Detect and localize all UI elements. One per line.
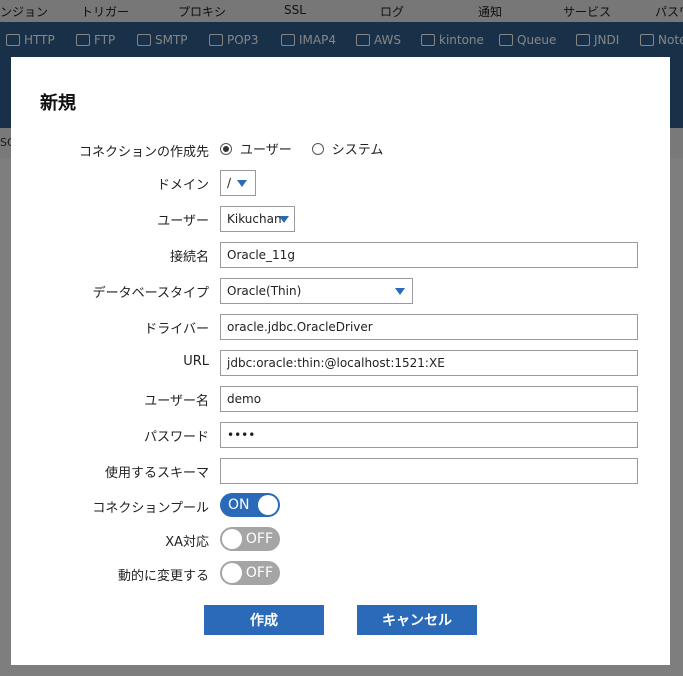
xa-toggle[interactable]: OFF <box>220 527 280 551</box>
cancel-button[interactable]: キャンセル <box>357 605 477 635</box>
chevron-down-icon <box>279 216 289 223</box>
connection-pool-toggle[interactable]: ON <box>220 493 280 517</box>
connection-pool-row: コネクションプール ON <box>11 493 670 519</box>
db-type-label: データベースタイプ <box>92 286 209 301</box>
dynamic-change-toggle[interactable]: OFF <box>220 561 280 585</box>
db-type-row: データベースタイプ Oracle(Thin) <box>11 278 670 304</box>
toggle-state-label: OFF <box>245 565 273 581</box>
url-label: URL <box>183 354 209 369</box>
chevron-down-icon <box>395 288 405 295</box>
xa-label: XA対応 <box>165 535 209 550</box>
password-input[interactable]: •••• <box>220 422 638 448</box>
dynamic-change-label: 動的に変更する <box>117 569 209 584</box>
connection-target-row: コネクションの作成先 ユーザー システム <box>11 137 670 163</box>
connection-target-radio-group: ユーザー システム <box>220 139 403 158</box>
radio-system-label[interactable]: システム <box>332 139 384 158</box>
user-select[interactable]: Kikuchan <box>220 206 295 232</box>
chevron-down-icon <box>237 180 247 187</box>
user-label: ユーザー <box>157 214 209 229</box>
connection-target-label: コネクションの作成先 <box>78 145 209 160</box>
password-label: パスワード <box>143 430 209 445</box>
password-row: パスワード •••• <box>11 422 670 448</box>
new-connection-dialog: 新規 コネクションの作成先 ユーザー システム ドメイン / ユーザー Kiku… <box>11 57 670 665</box>
username-input[interactable]: demo <box>220 386 638 412</box>
toggle-state-label: OFF <box>245 531 273 547</box>
schema-input[interactable] <box>220 458 638 484</box>
db-type-select-value: Oracle(Thin) <box>227 284 302 298</box>
domain-select-value: / <box>227 176 232 190</box>
username-label: ユーザー名 <box>144 394 209 409</box>
url-row: URL jdbc:oracle:thin:@localhost:1521:XE <box>11 350 670 376</box>
url-input[interactable]: jdbc:oracle:thin:@localhost:1521:XE <box>220 350 638 376</box>
dialog-title: 新規 <box>40 93 76 114</box>
db-type-select[interactable]: Oracle(Thin) <box>220 278 413 304</box>
schema-row: 使用するスキーマ <box>11 458 670 484</box>
driver-label: ドライバー <box>144 322 209 337</box>
dynamic-change-row: 動的に変更する OFF <box>11 561 670 587</box>
connection-pool-label: コネクションプール <box>92 501 209 516</box>
username-row: ユーザー名 demo <box>11 386 670 412</box>
domain-label: ドメイン <box>156 178 209 193</box>
toggle-knob <box>222 529 242 549</box>
toggle-knob <box>258 495 278 515</box>
user-select-value: Kikuchan <box>227 212 282 226</box>
domain-row: ドメイン / <box>11 170 670 196</box>
radio-user[interactable] <box>220 142 232 155</box>
xa-row: XA対応 OFF <box>11 527 670 553</box>
toggle-knob <box>222 563 242 583</box>
driver-input[interactable]: oracle.jdbc.OracleDriver <box>220 314 638 340</box>
schema-label: 使用するスキーマ <box>104 466 209 481</box>
connection-name-input[interactable]: Oracle_11g <box>220 242 638 268</box>
connection-name-label: 接続名 <box>169 250 209 265</box>
domain-select[interactable]: / <box>220 170 256 196</box>
connection-name-row: 接続名 Oracle_11g <box>11 242 670 268</box>
radio-system[interactable] <box>311 142 324 155</box>
user-row: ユーザー Kikuchan <box>11 206 670 232</box>
toggle-state-label: ON <box>228 497 250 513</box>
radio-user-label[interactable]: ユーザー <box>240 139 292 158</box>
create-button[interactable]: 作成 <box>204 605 324 635</box>
driver-row: ドライバー oracle.jdbc.OracleDriver <box>11 314 670 340</box>
